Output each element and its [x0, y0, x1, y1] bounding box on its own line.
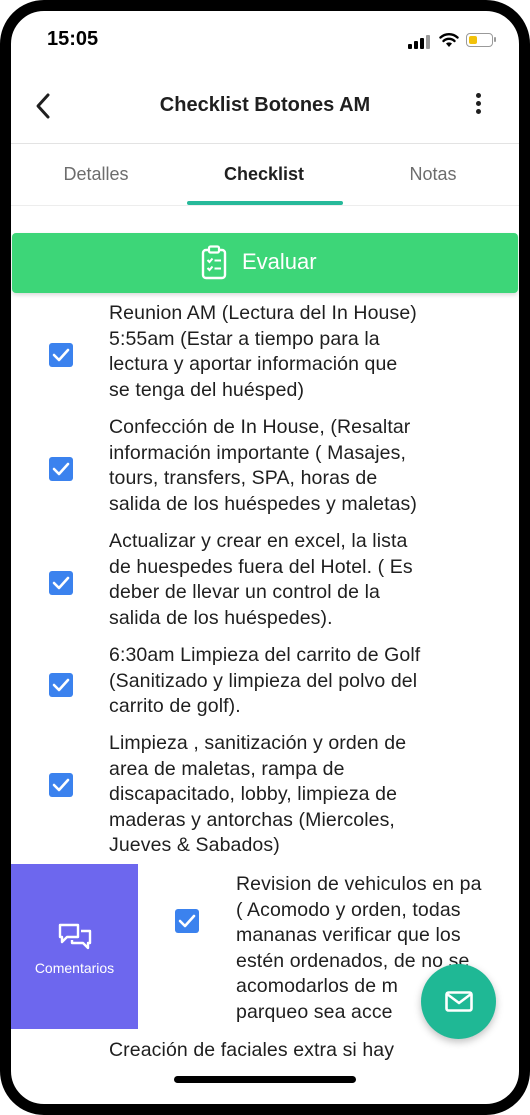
- checkbox-checked[interactable]: [49, 773, 73, 797]
- checklist-item-line: lectura y aportar información que: [109, 353, 398, 375]
- tab-notas[interactable]: Notas: [361, 164, 505, 185]
- more-options-icon[interactable]: [473, 93, 483, 123]
- checklist-item-line: mananas verificar que los: [236, 924, 461, 946]
- tab-checklist[interactable]: Checklist: [186, 164, 342, 185]
- checklist-item-line: 5:55am (Estar a tiempo para la: [109, 327, 380, 350]
- checkbox-checked[interactable]: [49, 343, 73, 367]
- checklist-item-line: 6:30am Limpieza del carrito de Golf: [109, 644, 421, 666]
- wifi-icon: [439, 33, 459, 47]
- checklist-item-line: (Sanitizado y limpieza del polvo del: [109, 669, 418, 692]
- checkbox-checked[interactable]: [49, 457, 73, 481]
- home-indicator: [174, 1076, 356, 1083]
- checklist-item-text: Limpieza , sanitización y orden de area d…: [109, 731, 406, 859]
- checkbox-checked[interactable]: [49, 571, 73, 595]
- screen: 15:05 Checklist Botones AM Detalles Chec…: [11, 11, 519, 1104]
- checklist-item-line: Confección de In House, (Resaltar: [109, 416, 411, 438]
- checklist-item-line: deber de llevar un control de la: [109, 581, 380, 603]
- comments-label: Comentarios: [34, 960, 115, 976]
- checkbox-checked[interactable]: [175, 909, 199, 933]
- page-title: Checklist Botones AM: [159, 94, 371, 116]
- app-header: Checklist Botones AM: [11, 69, 519, 144]
- tab-divider: [11, 205, 519, 206]
- checklist-item-line: Limpieza , sanitización y orden de: [109, 732, 407, 754]
- checklist-item-text: Actualizar y crear en excel, la lista de …: [109, 529, 413, 631]
- mail-icon: [445, 991, 473, 1012]
- chat-bubbles-icon: [58, 923, 92, 950]
- checklist-item-line: información importante ( Masajes,: [109, 441, 406, 464]
- message-fab[interactable]: [421, 964, 496, 1039]
- checklist-item-line: Actualizar y crear en excel, la lista: [109, 530, 408, 552]
- checklist-item-line: Jueves & Sabados): [109, 834, 280, 856]
- checklist-item-line: tours, transfers, SPA, horas de: [109, 467, 378, 489]
- checklist-item-text: Creación de faciales extra si hay: [109, 1038, 394, 1064]
- checklist-item-line: area de maletas, rampa de: [109, 757, 345, 780]
- evaluate-button[interactable]: Evaluar: [12, 233, 518, 293]
- checklist-item-line: ( Acomodo y orden, todas: [236, 898, 461, 921]
- checklist-item-text: Confección de In House, (Resaltar informa…: [109, 415, 417, 517]
- checklist-item-line: Creación de faciales extra si hay: [109, 1039, 395, 1061]
- checkbox-checked[interactable]: [49, 673, 73, 697]
- checklist-item-line: salida de los huéspedes).: [109, 606, 333, 629]
- checklist-item-line: Reunion AM (Lectura del In House): [109, 302, 417, 324]
- checklist-item-line: se tenga del huésped): [109, 378, 305, 401]
- battery-icon: [466, 33, 496, 47]
- tab-detalles[interactable]: Detalles: [25, 164, 167, 185]
- checklist-item-line: salida de los huéspedes y maletas): [109, 492, 417, 515]
- checklist-item-line: discapacitado, lobby, limpieza de: [109, 783, 398, 805]
- checklist-item-line: carrito de golf).: [109, 695, 241, 717]
- checklist-item-text: 6:30am Limpieza del carrito de Golf (Sani…: [109, 643, 420, 720]
- signal-icon: [408, 35, 430, 49]
- clipboard-checklist-icon: [201, 245, 227, 280]
- checklist-item-line: de huespedes fuera del Hotel. ( Es: [109, 555, 413, 578]
- checklist-item-text: Reunion AM (Lectura del In House) 5:55am …: [109, 301, 417, 403]
- evaluate-label: Evaluar: [242, 249, 317, 274]
- checklist-item-line: maderas y antorchas (Miercoles,: [109, 808, 395, 831]
- status-bar: 15:05: [11, 11, 519, 69]
- tab-bar: Detalles Checklist Notas: [11, 144, 519, 206]
- checklist-item-line: Revision de vehiculos en pa: [236, 873, 482, 895]
- status-time: 15:05: [47, 28, 99, 50]
- comments-swipe-action[interactable]: Comentarios: [11, 864, 138, 1029]
